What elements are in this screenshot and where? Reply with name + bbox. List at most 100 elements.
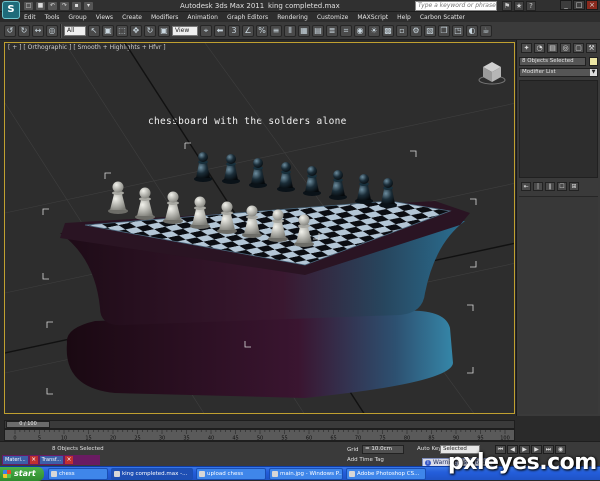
toolbar-tool-icon-20[interactable]: ☕ [480, 24, 492, 37]
viewport-orthographic[interactable]: [ + ] [ Orthographic ] [ Smooth + Highli… [4, 42, 515, 414]
object-color-swatch[interactable] [589, 57, 598, 66]
toolbar-transform-icon-0[interactable]: ↖ [88, 24, 100, 37]
time-slider[interactable]: 0 / 100 [4, 420, 515, 429]
close-button[interactable]: × [586, 0, 598, 10]
close-icon[interactable]: × [29, 456, 38, 464]
modifier-list-dropdown[interactable]: Modifier List ▼ [519, 68, 598, 77]
toolbar-tool-icon-18[interactable]: ◳ [452, 24, 464, 37]
ruler-tick-label: 60 [306, 436, 312, 441]
taskbar-task[interactable]: main.jpg - Windows P... [269, 468, 343, 480]
toolbar-tool-icon-9[interactable]: ≣ [326, 24, 338, 37]
toolbar-tool-icon-7[interactable]: ▦ [298, 24, 310, 37]
selection-filter-dropdown[interactable]: All [64, 25, 86, 36]
taskbar-task[interactable]: upload chess [196, 468, 266, 480]
toolbar-tool-icon-16[interactable]: ▧ [424, 24, 436, 37]
toolbar-transform-icon-3[interactable]: ✥ [130, 24, 142, 37]
toolbar-tool-icon-14[interactable]: ▫ [396, 24, 408, 37]
grid-value: = 10.0cm [362, 445, 404, 454]
toolbar-transform-icon-1[interactable]: ▣ [102, 24, 114, 37]
menu-item-graph-editors[interactable]: Graph Editors [227, 14, 268, 21]
toolbar-tool-icon-3[interactable]: ∠ [242, 24, 254, 37]
menu-item-tools[interactable]: Tools [45, 14, 60, 21]
stack-tool-icon-0[interactable]: ⇤ [521, 182, 531, 191]
toolbar-tool-icon-10[interactable]: ⌗ [340, 24, 352, 37]
taskbar-task[interactable]: chess [48, 468, 108, 480]
quick-access-icon-0[interactable]: □ [24, 2, 33, 10]
toolbar-tool-icon-5[interactable]: ≡ [270, 24, 282, 37]
menu-item-help[interactable]: Help [397, 14, 411, 21]
toolbar-link-icon-0[interactable]: ↺ [4, 24, 16, 37]
close-icon[interactable]: × [65, 456, 74, 464]
menu-item-create[interactable]: Create [122, 14, 142, 21]
motion-tab-icon[interactable]: ◎ [560, 43, 571, 53]
hierarchy-tab-icon[interactable]: ▤ [547, 43, 558, 53]
modifier-stack-tools: ⇤ | ∥ ☐ ⊞ [521, 182, 579, 191]
toolbar-transform-icon-2[interactable]: ⬚ [116, 24, 128, 37]
toolbar-link-icon-3[interactable]: ◎ [46, 24, 58, 37]
taskbar-task[interactable]: Adobe Photoshop CS... [346, 468, 426, 480]
toolbar-link-icon-2[interactable]: ↔ [32, 24, 44, 37]
start-button[interactable]: start [0, 467, 44, 481]
toolbar-tool-icon-15[interactable]: ⚙ [410, 24, 422, 37]
quick-access-icon-5[interactable]: ▾ [84, 2, 93, 10]
menu-item-rendering[interactable]: Rendering [277, 14, 308, 21]
menu-item-maxscript[interactable]: MAXScript [357, 14, 388, 21]
toolbar-tool-icon-6[interactable]: ⫴ [284, 24, 296, 37]
taskbar-task[interactable]: king completed.max -... [111, 468, 193, 480]
stack-tool-icon-2[interactable]: ∥ [545, 182, 555, 191]
toolbar-tool-icon-8[interactable]: ▤ [312, 24, 324, 37]
parameters-rollout-area[interactable] [519, 196, 598, 414]
toolbar-tool-icon-13[interactable]: ▩ [382, 24, 394, 37]
stack-tool-icon-1[interactable]: | [533, 182, 543, 191]
quick-access-icon-2[interactable]: ↶ [48, 2, 57, 10]
mini-listener-tab[interactable]: Transf... [39, 456, 64, 464]
utilities-tab-icon[interactable]: ⚒ [586, 43, 597, 53]
menu-item-animation[interactable]: Animation [187, 14, 218, 21]
toolbar-tool-icon-11[interactable]: ◉ [354, 24, 366, 37]
toolbar-tool-icon-12[interactable]: ☀ [368, 24, 380, 37]
toolbar-transform-icon-4[interactable]: ↻ [144, 24, 156, 37]
ruler-tick-label: 65 [330, 436, 336, 441]
toolbar-tool-icon-17[interactable]: ❐ [438, 24, 450, 37]
menu-item-group[interactable]: Group [68, 14, 86, 21]
mini-listener-tab[interactable]: Materi... [3, 456, 28, 464]
ruler-tick-label: 75 [379, 436, 385, 441]
quick-access-icon-4[interactable]: ▪ [72, 2, 81, 10]
toolbar-tool-icon-1[interactable]: ⬅ [214, 24, 226, 37]
help-icon[interactable]: ? [526, 1, 536, 11]
search-input[interactable]: Type a keyword or phrase [415, 1, 497, 11]
minimize-button[interactable]: _ [560, 0, 572, 10]
reference-coordinate-dropdown[interactable]: View [172, 25, 198, 36]
menu-item-customize[interactable]: Customize [317, 14, 349, 21]
add-time-tag-button[interactable]: Add Time Tag [347, 457, 384, 463]
toolbar-tool-icon-19[interactable]: ◐ [466, 24, 478, 37]
toolbar-link-icon-1[interactable]: ↻ [18, 24, 30, 37]
title-icons: ⚑ ★? [502, 1, 536, 11]
trackbar[interactable]: 0 5 10 15 20 25 30 35 40 45 50 55 60 65 70 75 80 85 90 95 10… [4, 429, 515, 441]
time-slider-thumb[interactable]: 0 / 100 [6, 421, 50, 428]
menu-item-carbon-scatter[interactable]: Carbon Scatter [420, 14, 465, 21]
stack-tool-icon-3[interactable]: ☐ [557, 182, 567, 191]
quick-access-icon-1[interactable]: ■ [36, 2, 45, 10]
star-icon[interactable]: ★ [514, 1, 524, 11]
create-tab-icon[interactable]: ✦ [521, 43, 532, 53]
flag-icon[interactable]: ⚑ [502, 1, 512, 11]
toolbar-tool-icon-0[interactable]: ⌖ [200, 24, 212, 37]
menu-item-views[interactable]: Views [96, 14, 113, 21]
stack-tool-icon-4[interactable]: ⊞ [569, 182, 579, 191]
auto-key-button[interactable]: Auto Key [417, 446, 442, 452]
app-logo-icon[interactable]: S [2, 1, 20, 19]
modify-tab-icon[interactable]: ◔ [534, 43, 545, 53]
quick-access-icon-3[interactable]: ↷ [60, 2, 69, 10]
toolbar-transform-icon-5[interactable]: ▣ [158, 24, 170, 37]
display-tab-icon[interactable]: ▢ [573, 43, 584, 53]
viewcube-icon[interactable] [477, 57, 507, 87]
maxscript-mini-listener: Materi... × Transf... × [2, 455, 100, 465]
toolbar-tool-icon-2[interactable]: 3 [228, 24, 240, 37]
menu-item-edit[interactable]: Edit [24, 14, 36, 21]
maximize-button[interactable]: □ [573, 0, 585, 10]
menu-item-modifiers[interactable]: Modifiers [151, 14, 178, 21]
modifier-stack[interactable] [519, 80, 598, 178]
toolbar-tool-icon-4[interactable]: % [256, 24, 268, 37]
selection-name-field[interactable]: 8 Objects Selected [519, 57, 586, 66]
